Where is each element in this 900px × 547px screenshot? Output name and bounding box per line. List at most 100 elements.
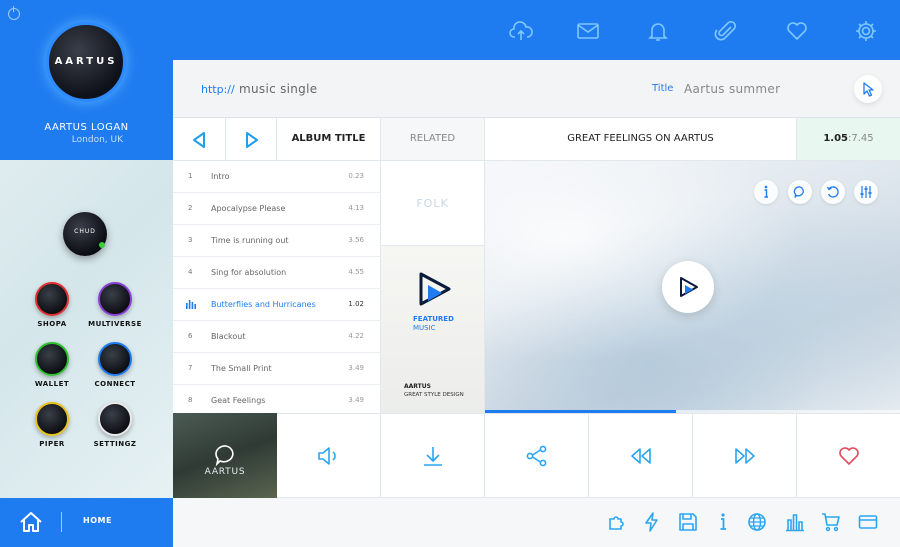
track-title: The Small Print	[211, 364, 272, 373]
replay-button[interactable]	[821, 180, 845, 204]
home-icon[interactable]	[19, 511, 43, 533]
cart-icon[interactable]	[821, 512, 841, 532]
cursor-button[interactable]	[854, 75, 882, 103]
track-duration: 4.22	[348, 332, 364, 340]
featured-play-icon	[419, 272, 451, 306]
url-protocol: http://	[201, 83, 235, 96]
time-text: 1.05:7.45	[797, 133, 900, 144]
top-bar	[173, 0, 900, 60]
album-thumbnail[interactable]: AARTUS	[173, 413, 277, 498]
track-title: Geat Feelings	[211, 396, 266, 405]
track-duration: 4.13	[348, 204, 364, 212]
title-label: Title	[652, 83, 674, 94]
cloud-upload-icon[interactable]	[509, 19, 533, 43]
featured-music-card[interactable]: FEATURED MUSIC AARTUS GREAT STYLE DESIGN	[381, 246, 485, 413]
time-total: :7.45	[848, 133, 874, 144]
equalizer-icon	[186, 300, 196, 309]
app-label: MULTIVERSE	[88, 320, 142, 328]
next-button[interactable]	[226, 118, 277, 161]
sidebar: AARTUS AARTUS LOGAN London, UK CHUD SHOP…	[0, 0, 173, 547]
track-duration: 4.55	[348, 268, 364, 276]
related-folk[interactable]: FOLK	[381, 161, 485, 246]
time-current: 1.05	[823, 133, 849, 144]
url-input[interactable]: music single	[239, 82, 317, 96]
share-button[interactable]	[485, 413, 589, 498]
triangle-left-icon	[193, 132, 205, 148]
play-button[interactable]	[662, 261, 714, 313]
speaker-icon	[317, 446, 336, 465]
app-multiverse[interactable]: MULTIVERSE	[85, 282, 145, 328]
heart-icon	[838, 446, 859, 465]
multiverse-icon	[98, 282, 132, 316]
rewind-button[interactable]	[589, 413, 693, 498]
track-row[interactable]: 1 Intro 0.23	[173, 161, 381, 193]
mail-icon[interactable]	[576, 19, 600, 43]
track-number: 2	[188, 204, 193, 212]
track-row-active[interactable]: Butterflies and Hurricanes 1.02	[173, 289, 381, 321]
triangle-right-icon	[246, 132, 258, 148]
logo-text: AARTUS	[54, 56, 118, 67]
info-button[interactable]	[754, 180, 778, 204]
folk-label: FOLK	[416, 197, 449, 210]
now-playing: GREAT FEELINGS ON AARTUS	[485, 118, 797, 161]
track-row[interactable]: 2 Apocalypse Please 4.13	[173, 193, 381, 225]
divider	[61, 512, 62, 532]
app-connect[interactable]: CONNECT	[85, 342, 145, 388]
fast-forward-button[interactable]	[693, 413, 797, 498]
volume-button[interactable]	[277, 413, 381, 498]
rewind-icon	[630, 447, 651, 464]
paperclip-icon[interactable]	[714, 19, 738, 43]
favorite-button[interactable]	[797, 413, 900, 498]
heart-icon[interactable]	[785, 19, 809, 43]
credit-card-icon[interactable]	[858, 512, 878, 532]
info-icon[interactable]	[713, 512, 733, 532]
bell-icon[interactable]	[646, 19, 670, 43]
track-number: 6	[188, 332, 193, 340]
app-settingz[interactable]: SETTINGZ	[85, 402, 145, 448]
track-title: Sing for absolution	[211, 268, 287, 277]
settingz-icon	[98, 402, 132, 436]
cursor-icon	[863, 82, 874, 97]
comment-button[interactable]	[788, 180, 812, 204]
tab-related[interactable]: RELATED	[381, 118, 485, 161]
bar-chart-icon[interactable]	[785, 512, 805, 532]
globe-icon[interactable]	[747, 512, 767, 532]
title-input[interactable]: Aartus summer	[684, 82, 780, 96]
track-number: 7	[188, 364, 193, 372]
app-wallet[interactable]: WALLET	[22, 342, 82, 388]
app-label: SHOPA	[37, 320, 67, 328]
track-row[interactable]: 6 Blackout 4.22	[173, 321, 381, 353]
puzzle-icon[interactable]	[607, 512, 627, 532]
home-link[interactable]: HOME	[83, 516, 112, 525]
track-duration: 3.56	[348, 236, 364, 244]
track-row[interactable]: 3 Time is running out 3.56	[173, 225, 381, 257]
album-title: ALBUM TITLE	[277, 118, 381, 161]
track-number: 1	[188, 172, 193, 180]
connect-icon	[98, 342, 132, 376]
track-duration: 3.49	[348, 396, 364, 404]
shopa-icon	[35, 282, 69, 316]
status-dot	[99, 242, 105, 248]
main-app-label: CHUD	[74, 228, 96, 235]
track-row[interactable]: 4 Sing for absolution 4.55	[173, 257, 381, 289]
app-shopa[interactable]: SHOPA	[22, 282, 82, 328]
fast-forward-icon	[734, 447, 755, 464]
video-player[interactable]	[485, 161, 900, 413]
track-number: 3	[188, 236, 193, 244]
track-title: Intro	[211, 172, 230, 181]
equalizer-button[interactable]	[854, 180, 878, 204]
save-icon[interactable]	[678, 512, 698, 532]
gear-icon[interactable]	[854, 19, 878, 43]
share-icon	[526, 445, 546, 466]
download-icon	[423, 446, 442, 466]
track-duration: 0.23	[348, 172, 364, 180]
main-app-button[interactable]: CHUD	[63, 212, 107, 256]
prev-button[interactable]	[173, 118, 226, 161]
track-row[interactable]: 7 The Small Print 3.49	[173, 353, 381, 385]
app-piper[interactable]: PIPER	[22, 402, 82, 448]
lightning-icon[interactable]	[642, 512, 662, 532]
download-button[interactable]	[381, 413, 485, 498]
play-icon	[680, 277, 698, 297]
power-icon[interactable]	[8, 6, 20, 20]
chat-bubble-icon	[215, 445, 234, 467]
